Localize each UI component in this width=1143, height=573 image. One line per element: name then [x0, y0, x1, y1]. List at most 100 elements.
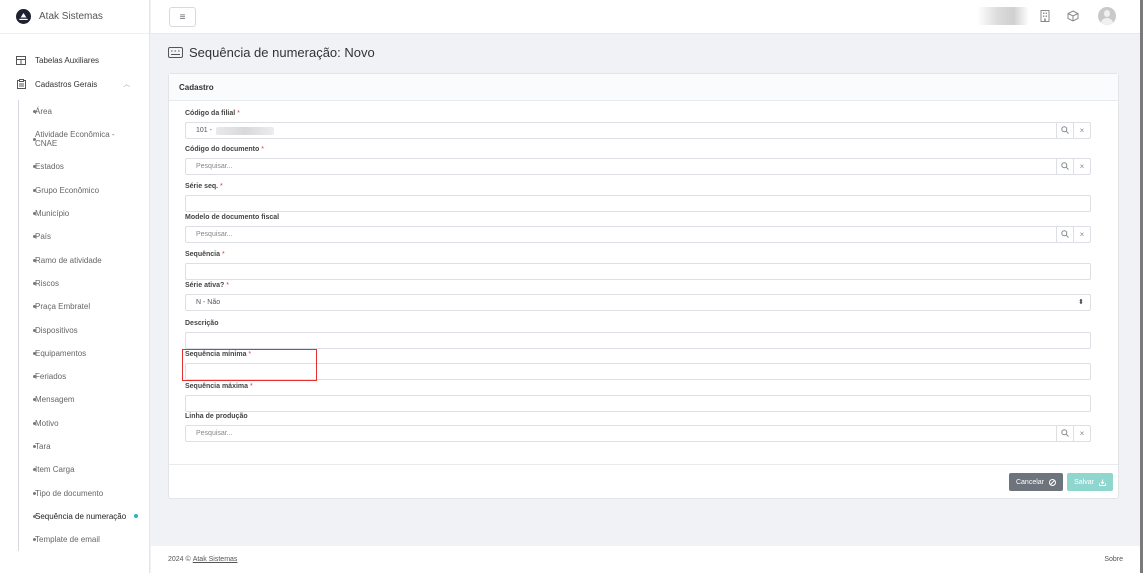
about-link[interactable]: Sobre	[1104, 556, 1123, 563]
sidebar-submenu: Área Atividade Econômica - CNAE Estados …	[18, 100, 149, 552]
descricao-input[interactable]	[185, 332, 1091, 349]
required-marker: *	[221, 251, 225, 258]
sidebar-item-template-email[interactable]: Template de email	[19, 528, 149, 551]
bullet-icon	[33, 258, 36, 262]
clear-button[interactable]: ×	[1073, 122, 1090, 139]
cube-icon[interactable]	[1066, 9, 1080, 23]
search-button[interactable]	[1056, 158, 1073, 175]
close-icon: ×	[1079, 162, 1085, 171]
redacted-value	[215, 126, 274, 135]
table-icon	[16, 55, 26, 65]
bullet-icon	[33, 351, 36, 355]
sequencia-minima-input[interactable]	[185, 363, 1091, 380]
search-button[interactable]	[1056, 122, 1073, 139]
clear-button[interactable]: ×	[1073, 425, 1090, 442]
page-title-text: Sequência de numeração: Novo	[189, 45, 375, 60]
codigo-documento-input[interactable]: Pesquisar... ×	[185, 158, 1091, 175]
form-card: Cadastro Código da filial * 101 - × Códi…	[168, 73, 1119, 499]
sidebar-item-dispositivos[interactable]: Dispositivos	[19, 318, 149, 341]
field-label: Código da filial	[185, 110, 236, 117]
clipboard-icon	[16, 79, 26, 89]
sidebar-item-motivo[interactable]: Motivo	[19, 412, 149, 435]
field-codigo-documento: Código do documento * Pesquisar... ×	[185, 146, 1091, 175]
close-icon: ×	[1079, 126, 1085, 135]
sidebar-item-grupo-economico[interactable]: Grupo Econômico	[19, 179, 149, 202]
field-descricao: Descrição	[185, 320, 1091, 349]
linha-producao-input[interactable]: Pesquisar... ×	[185, 425, 1091, 442]
save-button[interactable]: Salvar	[1067, 473, 1113, 491]
brand[interactable]: Atak Sistemas	[0, 0, 149, 34]
cancel-button[interactable]: Cancelar	[1009, 473, 1063, 491]
field-label: Série seq.	[185, 183, 219, 190]
avatar[interactable]	[1098, 7, 1116, 25]
required-marker: *	[261, 146, 264, 153]
field-label: Modelo de documento fiscal	[185, 214, 280, 221]
sidebar-item-equipamentos[interactable]: Equipamentos	[19, 342, 149, 365]
search-icon	[1061, 428, 1069, 439]
field-label: Descrição	[185, 320, 219, 327]
clear-button[interactable]: ×	[1073, 226, 1090, 243]
top-bar: ≡	[151, 0, 1143, 34]
sidebar-item-feriados[interactable]: Feriados	[19, 365, 149, 388]
close-icon: ×	[1079, 230, 1085, 239]
menu-toggle-button[interactable]: ≡	[169, 7, 196, 27]
required-marker: *	[248, 351, 252, 358]
bullet-icon	[33, 281, 36, 285]
company-link[interactable]: Atak Sistemas	[193, 556, 238, 563]
card-footer: Cancelar Salvar	[169, 464, 1118, 499]
close-icon: ×	[1079, 429, 1085, 438]
bullet-icon	[33, 328, 36, 332]
building-icon[interactable]	[1038, 9, 1052, 23]
search-button[interactable]	[1056, 226, 1073, 243]
atak-logo-icon	[16, 9, 31, 24]
copyright-text: 2024 ©	[168, 556, 191, 563]
field-label: Sequência mínima	[185, 351, 247, 358]
sidebar-item-mensagem[interactable]: Mensagem	[19, 388, 149, 411]
sidebar-item-estados[interactable]: Estados	[19, 155, 149, 178]
sidebar-item-area[interactable]: Área	[19, 100, 149, 123]
sidebar-group-label: Tabelas Auxiliares	[35, 55, 100, 65]
field-sequencia-maxima: Sequência máxima *	[185, 383, 1091, 412]
sequencia-input[interactable]	[185, 263, 1091, 280]
keyboard-icon	[168, 47, 183, 58]
modelo-documento-fiscal-input[interactable]: Pesquisar... ×	[185, 226, 1091, 243]
sidebar-item-tara[interactable]: Tara	[19, 435, 149, 458]
serie-seq-input[interactable]	[185, 195, 1091, 212]
sidebar-item-tipo-documento[interactable]: Tipo de documento	[19, 481, 149, 504]
card-header: Cadastro	[169, 74, 1118, 101]
required-marker: *	[249, 383, 253, 390]
field-serie-ativa: Série ativa? * N - Não ⬍	[185, 282, 1091, 311]
sidebar-item-sequencia-numeracao[interactable]: Sequência de numeração	[19, 505, 149, 528]
sequencia-maxima-input[interactable]	[185, 395, 1091, 412]
brand-name: Atak Sistemas	[39, 11, 103, 22]
chevron-up-icon: ︿	[123, 81, 131, 88]
page-title: Sequência de numeração: Novo	[168, 45, 375, 60]
sidebar-item-praca-embratel[interactable]: Praça Embratel	[19, 295, 149, 318]
codigo-filial-input[interactable]: 101 - ×	[185, 122, 1091, 139]
hamburger-icon: ≡	[179, 11, 186, 23]
sidebar-item-item-carga[interactable]: Item Carga	[19, 458, 149, 481]
field-sequencia-minima: Sequência mínima *	[185, 351, 1091, 380]
field-label: Código do documento	[185, 146, 260, 153]
search-button[interactable]	[1056, 425, 1073, 442]
required-marker: *	[220, 183, 223, 190]
sidebar-item-municipio[interactable]: Município	[19, 202, 149, 225]
sidebar: Atak Sistemas Tabelas Auxiliares Cadastr…	[0, 0, 150, 573]
field-label: Série ativa?	[185, 282, 225, 289]
sidebar-item-pais[interactable]: País	[19, 225, 149, 248]
sidebar-item-ramo-atividade[interactable]: Ramo de atividade	[19, 248, 149, 271]
sidebar-item-cnae[interactable]: Atividade Econômica - CNAE	[19, 123, 149, 155]
search-icon	[1061, 125, 1069, 136]
required-marker: *	[226, 282, 229, 289]
sidebar-group-tabelas-auxiliares[interactable]: Tabelas Auxiliares	[0, 48, 149, 72]
serie-ativa-select[interactable]: N - Não ⬍	[185, 294, 1091, 311]
bullet-icon	[33, 445, 36, 448]
bullet-icon	[33, 514, 36, 518]
field-label: Sequência máxima	[185, 383, 249, 390]
field-placeholder: Pesquisar...	[196, 430, 233, 437]
field-label: Linha de produção	[185, 413, 248, 420]
bullet-icon	[33, 491, 36, 495]
clear-button[interactable]: ×	[1073, 158, 1090, 175]
sidebar-group-cadastros-gerais[interactable]: Cadastros Gerais ︿	[0, 72, 149, 96]
sidebar-item-riscos[interactable]: Riscos	[19, 272, 149, 295]
